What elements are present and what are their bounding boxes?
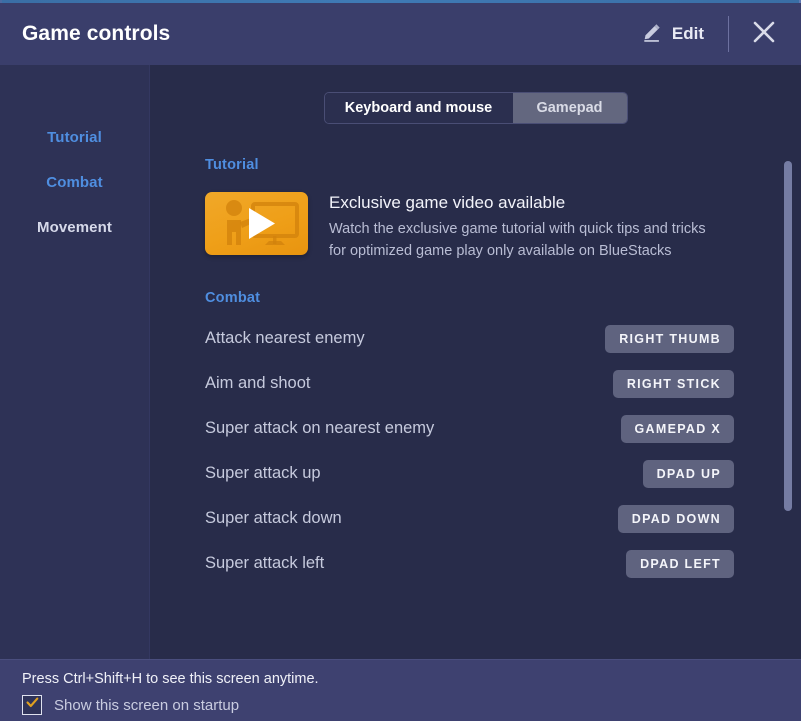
show-on-startup-row[interactable]: Show this screen on startup — [22, 695, 801, 715]
header-actions: Edit — [635, 3, 783, 65]
sidebar-item-label: Tutorial — [47, 129, 102, 146]
control-row: Super attack on nearest enemy GAMEPAD X — [205, 406, 734, 451]
control-action-label: Super attack down — [205, 509, 342, 527]
tutorial-card-heading: Exclusive game video available — [329, 193, 566, 212]
sidebar-item-movement[interactable]: Movement — [0, 205, 149, 250]
shortcut-hint-text: Press Ctrl+Shift+H to see this screen an… — [22, 671, 319, 687]
toggle-option-gamepad[interactable]: Gamepad — [512, 93, 627, 123]
window-footer: Press Ctrl+Shift+H to see this screen an… — [0, 659, 801, 721]
game-controls-window: Game controls Edit Tutorial Combat Movem… — [0, 0, 801, 721]
edit-button[interactable]: Edit — [635, 17, 710, 52]
sidebar: Tutorial Combat Movement — [0, 65, 150, 659]
header-divider — [728, 16, 729, 52]
combat-control-list: Attack nearest enemy RIGHT THUMB Aim and… — [205, 316, 801, 586]
window-body: Tutorial Combat Movement Keyboard and mo… — [0, 65, 801, 659]
control-row: Attack nearest enemy RIGHT THUMB — [205, 316, 734, 361]
control-key-badge[interactable]: RIGHT THUMB — [605, 324, 734, 353]
input-type-toggle: Keyboard and mouse Gamepad — [323, 92, 628, 124]
section-heading-combat: Combat — [205, 290, 261, 306]
window-header: Game controls Edit — [0, 3, 801, 65]
close-icon — [749, 17, 779, 52]
control-key-badge[interactable]: GAMEPAD X — [620, 414, 734, 443]
sidebar-item-label: Combat — [46, 174, 103, 191]
scrollbar-track[interactable] — [784, 65, 792, 659]
control-action-label: Super attack up — [205, 464, 321, 482]
control-row: Super attack up DPAD UP — [205, 451, 734, 496]
tutorial-video-card[interactable]: Exclusive game video available Watch the… — [205, 192, 801, 262]
tutorial-card-description: Watch the exclusive game tutorial with q… — [329, 221, 706, 259]
toggle-option-keyboard-and-mouse[interactable]: Keyboard and mouse — [324, 93, 513, 123]
edit-button-label: Edit — [671, 24, 704, 43]
control-row: Super attack down DPAD DOWN — [205, 496, 734, 541]
control-key-badge[interactable]: RIGHT STICK — [612, 369, 734, 398]
main-panel: Keyboard and mouse Gamepad Tutorial Excl… — [150, 65, 801, 659]
toggle-option-label: Gamepad — [536, 100, 603, 116]
control-key-badge[interactable]: DPAD UP — [642, 459, 734, 488]
sidebar-item-tutorial[interactable]: Tutorial — [0, 115, 149, 160]
video-tutorial-icon — [205, 192, 308, 255]
control-action-label: Attack nearest enemy — [205, 329, 365, 347]
control-action-label: Aim and shoot — [205, 374, 311, 392]
page-title: Game controls — [22, 22, 171, 45]
control-action-label: Super attack left — [205, 554, 325, 572]
close-button[interactable] — [745, 13, 783, 56]
sidebar-item-label: Movement — [37, 219, 112, 236]
tutorial-card-text: Exclusive game video available Watch the… — [329, 192, 719, 262]
input-type-toggle-row: Keyboard and mouse Gamepad — [150, 65, 801, 124]
scrollbar-thumb[interactable] — [784, 161, 792, 511]
section-heading-tutorial: Tutorial — [205, 157, 259, 173]
controls-scroll-area[interactable]: Tutorial Exclusive game video available … — [150, 136, 801, 659]
pencil-icon — [641, 21, 663, 48]
control-action-label: Super attack on nearest enemy — [205, 419, 435, 437]
checkmark-icon — [25, 695, 40, 715]
toggle-option-label: Keyboard and mouse — [344, 100, 493, 116]
show-on-startup-label: Show this screen on startup — [54, 696, 240, 714]
show-on-startup-checkbox[interactable] — [22, 695, 42, 715]
control-key-badge[interactable]: DPAD LEFT — [626, 549, 734, 578]
sidebar-item-combat[interactable]: Combat — [0, 160, 149, 205]
control-row: Super attack left DPAD LEFT — [205, 541, 734, 586]
control-key-badge[interactable]: DPAD DOWN — [617, 504, 734, 533]
control-row: Aim and shoot RIGHT STICK — [205, 361, 734, 406]
